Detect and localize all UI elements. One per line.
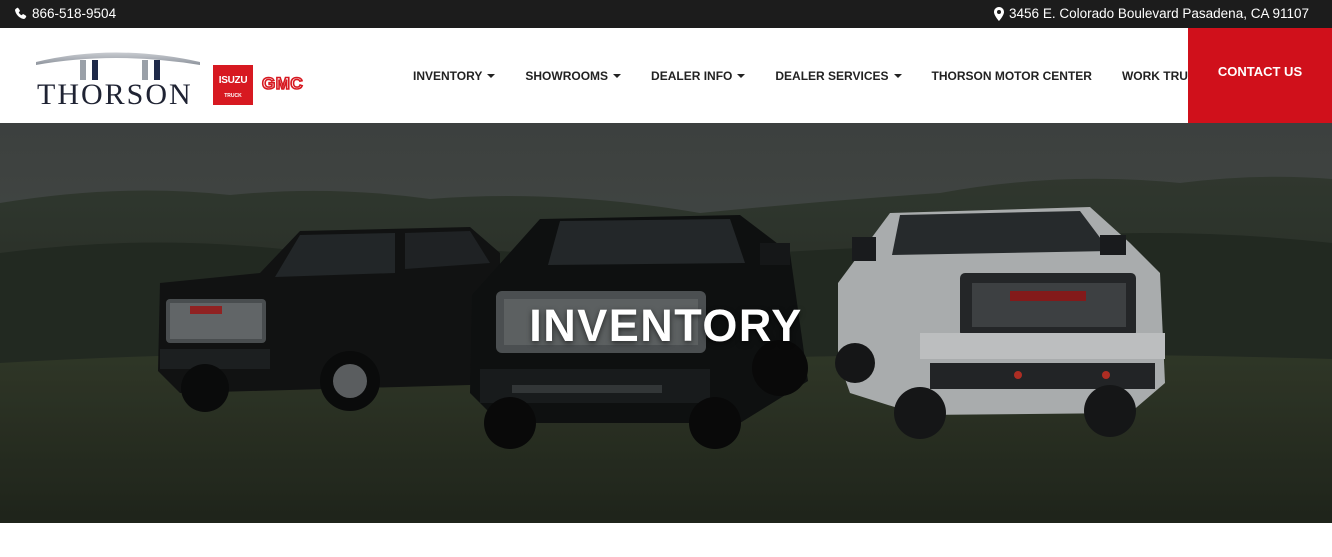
logo-text: THORSON xyxy=(37,78,193,111)
contact-us-button[interactable]: CONTACT US xyxy=(1188,28,1332,123)
nav-thorson-motor-center-label: THORSON MOTOR CENTER xyxy=(931,69,1092,83)
gmc-logo[interactable]: GMC xyxy=(261,73,303,94)
caret-down-icon xyxy=(893,74,902,78)
site-header: THORSON ISUZU TRUCK GMC INVENTORY SHOWRO… xyxy=(0,28,1332,123)
caret-down-icon xyxy=(613,74,622,78)
nav-dealer-info[interactable]: DEALER INFO xyxy=(651,69,746,83)
nav-thorson-motor-center[interactable]: THORSON MOTOR CENTER xyxy=(932,69,1092,83)
nav-dealer-info-label: DEALER INFO xyxy=(651,69,733,83)
map-pin-icon xyxy=(994,6,1005,21)
hero-banner: INVENTORY xyxy=(0,123,1332,523)
caret-down-icon xyxy=(487,74,496,78)
isuzu-logo[interactable]: ISUZU TRUCK xyxy=(213,65,253,105)
nav-dealer-services-label: DEALER SERVICES xyxy=(775,69,889,83)
phone-icon xyxy=(14,7,27,20)
isuzu-sub-text: TRUCK xyxy=(224,93,242,99)
phone-number: 866-518-9504 xyxy=(32,6,117,21)
caret-down-icon xyxy=(737,74,746,78)
page-title: INVENTORY xyxy=(529,300,803,351)
nav-showrooms[interactable]: SHOWROOMS xyxy=(525,69,622,83)
isuzu-text: ISUZU xyxy=(218,75,248,86)
address-link[interactable]: 3456 E. Colorado Boulevard Pasadena, CA … xyxy=(994,6,1309,21)
address-text: 3456 E. Colorado Boulevard Pasadena, CA … xyxy=(1009,6,1309,21)
thorson-logo[interactable]: THORSON xyxy=(32,45,204,111)
nav-showrooms-label: SHOWROOMS xyxy=(525,69,609,83)
nav-inventory-label: INVENTORY xyxy=(413,69,483,83)
phone-link[interactable]: 866-518-9504 xyxy=(14,6,116,21)
nav-inventory[interactable]: INVENTORY xyxy=(413,69,496,83)
main-nav: INVENTORY SHOWROOMS DEALER INFO DEALER S… xyxy=(413,69,1213,83)
nav-dealer-services[interactable]: DEALER SERVICES xyxy=(775,69,902,83)
top-bar: 866-518-9504 3456 E. Colorado Boulevard … xyxy=(0,0,1332,28)
